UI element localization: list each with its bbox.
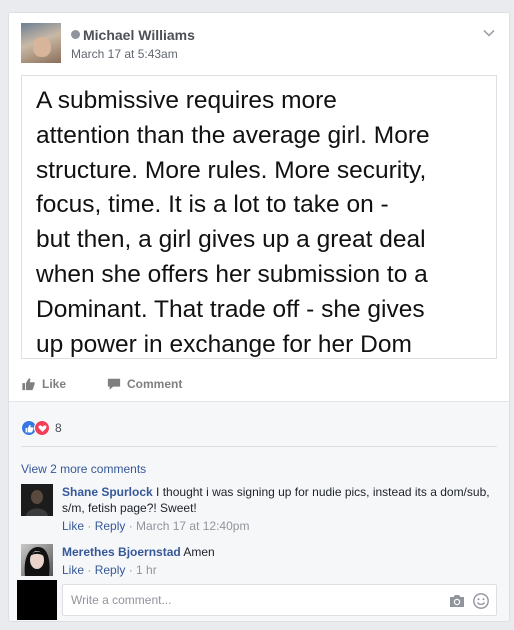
commenter-avatar[interactable]	[21, 544, 53, 576]
comment-like-link[interactable]: Like	[62, 519, 84, 533]
commenter-name[interactable]: Merethes Bjoernstad	[62, 545, 181, 559]
comment-composer: Write a comment...	[17, 580, 497, 621]
quote-line: attention than the average girl. More	[36, 121, 430, 149]
author-avatar[interactable]	[21, 23, 61, 63]
quote-line: but then, a girl gives up a great deal	[36, 226, 426, 254]
post-actions: Like Comment	[21, 375, 497, 399]
comment-input[interactable]: Write a comment...	[62, 584, 497, 616]
smiley-icon[interactable]	[472, 592, 490, 610]
comment-body: Merethes Bjoernstad Amen Like · Reply · …	[62, 544, 497, 578]
quote-line: when she offers her submission to a	[36, 260, 428, 288]
like-button[interactable]: Like	[21, 377, 66, 391]
comment-button[interactable]: Comment	[107, 377, 182, 391]
quote-line: Dominant. That trade off - she gives	[36, 295, 425, 323]
quote-line: structure. More rules. More security,	[36, 156, 427, 184]
comment-reply-link[interactable]: Reply	[95, 519, 126, 533]
like-label: Like	[42, 377, 67, 391]
post-header: Michael Williams March 17 at 5:43am	[21, 23, 499, 67]
verified-badge-icon	[71, 30, 80, 39]
reaction-count: 8	[55, 421, 62, 435]
comments-section: 8 View 2 more comments Shane Spurlock I …	[9, 402, 509, 621]
current-user-avatar	[17, 580, 57, 620]
commenter-avatar[interactable]	[21, 484, 53, 516]
comment-body: Shane Spurlock I thought i was signing u…	[62, 484, 497, 534]
comment-input-placeholder: Write a comment...	[71, 593, 172, 607]
comment-like-link[interactable]: Like	[62, 563, 84, 577]
thumbs-up-icon	[22, 378, 35, 391]
quote-line: up power in exchange for her Dom	[36, 330, 412, 358]
comment-meta: Like · Reply · 1 hr	[62, 563, 157, 577]
view-more-comments-link[interactable]: View 2 more comments	[21, 462, 146, 476]
comment-item: Shane Spurlock I thought i was signing u…	[21, 484, 497, 536]
reaction-summary[interactable]: 8	[21, 420, 62, 436]
divider	[21, 446, 497, 447]
author-name[interactable]: Michael Williams	[83, 27, 195, 43]
author-row: Michael Williams	[71, 27, 195, 43]
chevron-down-icon[interactable]	[481, 25, 497, 41]
comment-item: Merethes Bjoernstad Amen Like · Reply · …	[21, 544, 497, 580]
love-reaction-icon	[34, 420, 50, 436]
comment-label: Comment	[127, 377, 183, 391]
speech-bubble-icon	[107, 378, 121, 390]
image-quote-text: A submissive requires more attention tha…	[36, 84, 486, 358]
post-image[interactable]: A submissive requires more attention tha…	[21, 75, 497, 359]
quote-line: A submissive requires more	[36, 87, 337, 114]
post-timestamp[interactable]: March 17 at 5:43am	[71, 47, 178, 61]
comment-timestamp[interactable]: 1 hr	[136, 563, 157, 577]
post-card: Michael Williams March 17 at 5:43am A su…	[8, 12, 510, 622]
quote-line: focus, time. It is a lot to take on -	[36, 191, 389, 219]
commenter-name[interactable]: Shane Spurlock	[62, 485, 153, 499]
comment-reply-link[interactable]: Reply	[95, 563, 126, 577]
camera-icon[interactable]	[448, 592, 466, 610]
comment-meta: Like · Reply · March 17 at 12:40pm	[62, 519, 250, 533]
comment-timestamp[interactable]: March 17 at 12:40pm	[136, 519, 249, 533]
comment-text: Amen	[183, 545, 215, 559]
